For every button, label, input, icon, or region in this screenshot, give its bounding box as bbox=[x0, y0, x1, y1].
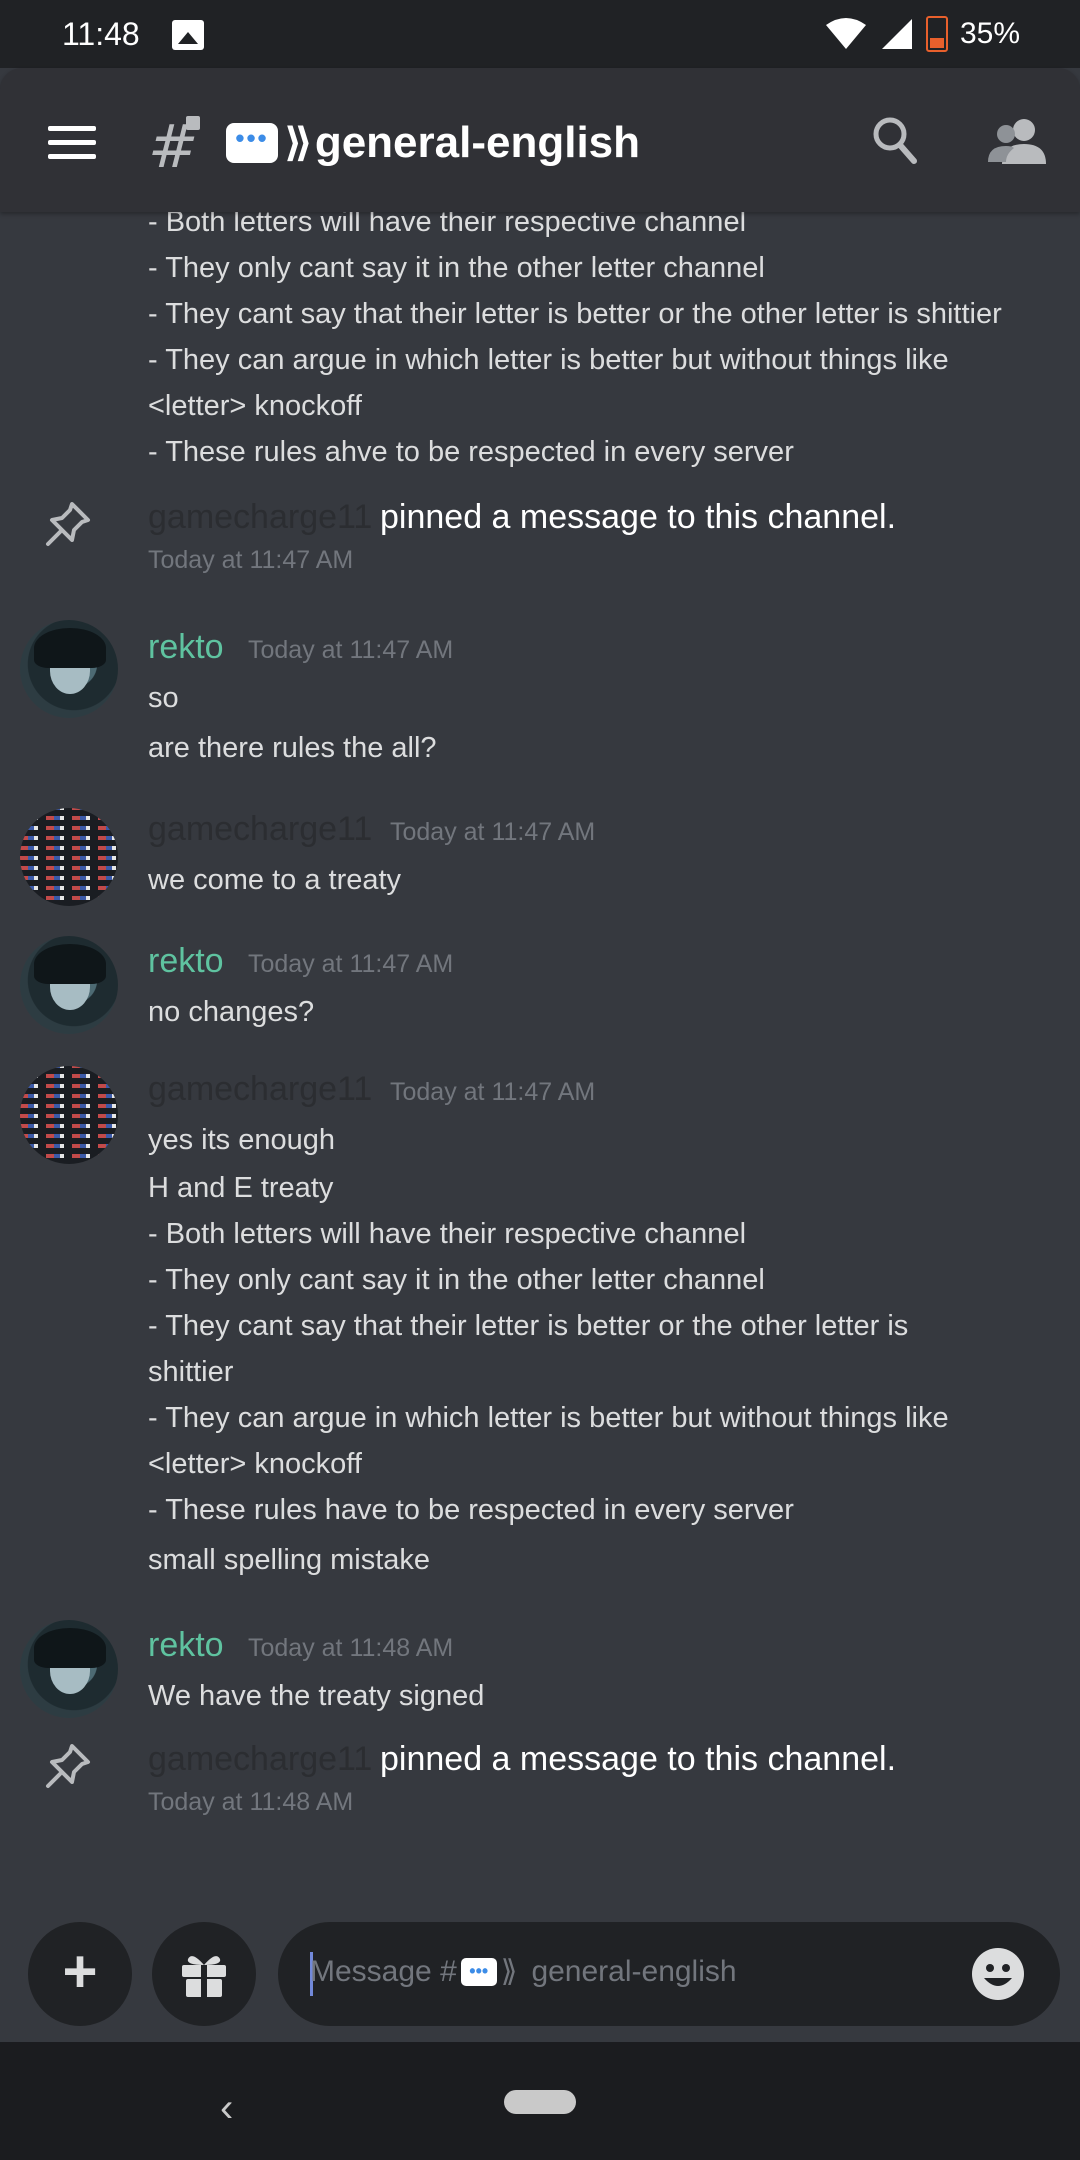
timestamp: Today at 11:47 AM bbox=[390, 818, 596, 846]
gift-button[interactable] bbox=[152, 1922, 256, 2026]
message-line: - These rules ahve to be respected in ev… bbox=[148, 436, 794, 468]
username[interactable]: rekto bbox=[148, 628, 224, 667]
hamburger-menu-icon[interactable] bbox=[48, 126, 96, 162]
message-line: <letter> knockoff bbox=[148, 390, 362, 422]
message-line: - They can argue in which letter is bett… bbox=[148, 344, 949, 376]
speech-bubble-icon: ••• bbox=[460, 1957, 497, 1986]
username[interactable]: gamecharge11 bbox=[148, 1070, 372, 1109]
emoji-icon[interactable] bbox=[970, 1946, 1026, 2002]
channel-header: # ••• ⟫ general-english bbox=[0, 68, 1080, 212]
status-right: 35% bbox=[824, 16, 1020, 52]
username[interactable]: rekto bbox=[148, 1626, 224, 1665]
battery-icon bbox=[925, 16, 948, 52]
plus-icon: + bbox=[62, 1937, 98, 2005]
username[interactable]: gamecharge11 bbox=[148, 810, 372, 849]
timestamp: Today at 11:48 AM bbox=[148, 1788, 354, 1816]
message-line: - They only cant say it in the other let… bbox=[148, 1264, 765, 1296]
message-composer: + Message # ••• ⟫ general-english bbox=[0, 1912, 1080, 2042]
message-line: - They cant say that their letter is bet… bbox=[148, 298, 1002, 330]
message-line: We have the treaty signed bbox=[148, 1680, 485, 1712]
system-nav-bar: ‹ bbox=[0, 2042, 1080, 2160]
username[interactable]: rekto bbox=[148, 942, 224, 981]
wifi-icon bbox=[825, 18, 866, 49]
channel-name: general-english bbox=[314, 118, 641, 167]
pin-text: pinned a message to this channel. bbox=[380, 1740, 897, 1778]
members-icon[interactable] bbox=[988, 114, 1046, 166]
timestamp: Today at 11:48 AM bbox=[248, 1634, 454, 1662]
search-icon[interactable] bbox=[870, 114, 918, 166]
lock-icon bbox=[186, 116, 200, 130]
image-notification-icon bbox=[172, 20, 204, 50]
message-line: small spelling mistake bbox=[148, 1544, 431, 1576]
message-line: so bbox=[148, 682, 179, 714]
timestamp: Today at 11:47 AM bbox=[390, 1078, 596, 1106]
battery-percent: 35% bbox=[959, 17, 1020, 50]
back-icon[interactable]: ‹ bbox=[220, 2086, 233, 2131]
pin-icon bbox=[46, 1744, 90, 1788]
avatar[interactable] bbox=[20, 808, 118, 906]
placeholder-channel: general-english bbox=[531, 1954, 737, 1988]
message-line: - They cant say that their letter is bet… bbox=[148, 1310, 909, 1342]
speech-bubble-icon: ••• bbox=[226, 123, 278, 163]
timestamp: Today at 11:47 AM bbox=[248, 950, 454, 978]
avatar[interactable] bbox=[20, 936, 118, 1034]
message-placeholder: Message # ••• ⟫ general-english bbox=[310, 1954, 737, 1989]
channel-title[interactable]: ••• ⟫ general-english bbox=[226, 118, 640, 168]
timestamp: Today at 11:47 AM bbox=[248, 636, 454, 664]
message-input[interactable]: Message # ••• ⟫ general-english bbox=[278, 1922, 1060, 2026]
message-line: yes its enough bbox=[148, 1124, 336, 1156]
message-line: we come to a treaty bbox=[148, 864, 402, 896]
message-line: - Both letters will have their respectiv… bbox=[148, 212, 747, 238]
status-bar: 11:48 35% bbox=[0, 0, 1080, 68]
placeholder-prefix: Message # bbox=[310, 1954, 457, 1988]
message-line: - These rules have to be respected in ev… bbox=[148, 1494, 794, 1526]
chevron-icon: ⟫ bbox=[500, 1955, 518, 1988]
avatar[interactable] bbox=[20, 1620, 118, 1718]
avatar[interactable] bbox=[20, 1066, 118, 1164]
pin-icon bbox=[46, 502, 90, 546]
message-line: no changes? bbox=[148, 996, 315, 1028]
message-line: are there rules the all? bbox=[148, 732, 437, 764]
add-attachment-button[interactable]: + bbox=[28, 1922, 132, 2026]
status-time: 11:48 bbox=[62, 16, 140, 52]
message-line: - Both letters will have their respectiv… bbox=[148, 1218, 747, 1250]
home-pill[interactable] bbox=[504, 2090, 576, 2114]
timestamp: Today at 11:47 AM bbox=[148, 546, 354, 574]
message-line: - They can argue in which letter is bett… bbox=[148, 1402, 949, 1434]
message-line: H and E treaty bbox=[148, 1172, 334, 1204]
chevron-icon: ⟫ bbox=[284, 121, 313, 165]
avatar[interactable] bbox=[20, 620, 118, 718]
message-line: - They only cant say it in the other let… bbox=[148, 252, 765, 284]
message-list[interactable]: - Both letters will have their respectiv… bbox=[0, 212, 1080, 1912]
pin-author[interactable]: gamecharge11 bbox=[148, 498, 372, 537]
signal-icon bbox=[881, 19, 912, 49]
pin-author[interactable]: gamecharge11 bbox=[148, 1740, 372, 1779]
pin-text: pinned a message to this channel. bbox=[380, 498, 897, 536]
message-line: shittier bbox=[148, 1356, 234, 1388]
gift-icon bbox=[182, 1956, 226, 1997]
message-line: <letter> knockoff bbox=[148, 1448, 362, 1480]
